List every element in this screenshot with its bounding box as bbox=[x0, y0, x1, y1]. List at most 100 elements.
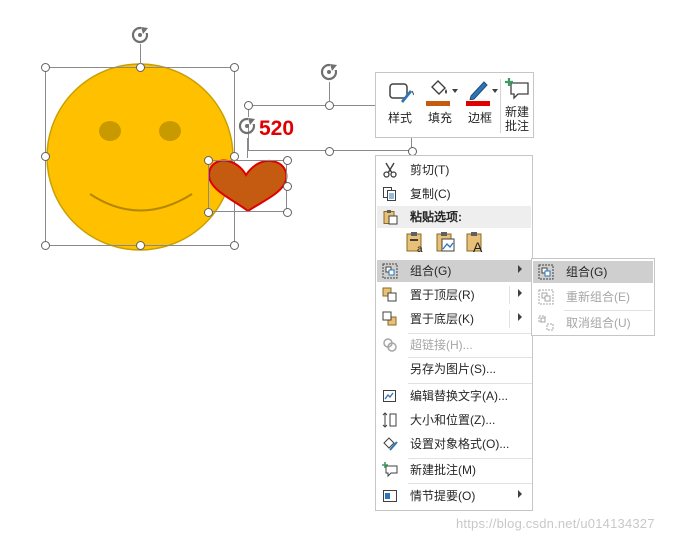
menu-item-label: 设置对象格式(O)... bbox=[410, 437, 510, 451]
svg-text:A: A bbox=[473, 239, 483, 254]
menu-item-format-object[interactable]: 设置对象格式(O)... bbox=[377, 433, 531, 455]
split-divider bbox=[509, 310, 510, 328]
scissors-icon bbox=[383, 162, 397, 178]
textbox-520[interactable]: 520 bbox=[259, 116, 294, 142]
fill-button[interactable]: 填充 bbox=[420, 73, 460, 137]
group-objects-icon bbox=[382, 263, 398, 279]
menu-item-label: 置于底层(K) bbox=[410, 312, 474, 326]
menu-item-cut[interactable]: 剪切(T) bbox=[377, 159, 531, 181]
resize-handle[interactable] bbox=[230, 241, 239, 250]
menu-item-label: 复制(C) bbox=[410, 187, 451, 201]
menu-item-label: 组合(G) bbox=[410, 264, 452, 278]
resize-handle[interactable] bbox=[41, 63, 50, 72]
copy-icon bbox=[383, 187, 396, 201]
regroup-icon bbox=[538, 289, 554, 305]
style-label: 样式 bbox=[387, 111, 412, 125]
rotation-connector bbox=[140, 44, 141, 64]
resize-handle[interactable] bbox=[136, 241, 145, 250]
menu-item-edit-alt-text[interactable]: 编辑替换文字(A)... bbox=[377, 385, 531, 407]
submenu-item-label: 取消组合(U) bbox=[566, 316, 631, 330]
context-menu: 剪切(T) 复制(C) 粘贴选项: a A 组合(G) 置于顶层(R) 置于底层… bbox=[375, 155, 533, 511]
submenu-arrow-icon bbox=[518, 490, 522, 498]
paste-option-keep-text-only[interactable]: A bbox=[464, 230, 488, 255]
fill-label: 填充 bbox=[427, 111, 452, 125]
menu-item-copy[interactable]: 复制(C) bbox=[377, 183, 531, 205]
submenu-arrow-icon[interactable] bbox=[518, 313, 522, 321]
outline-pen-icon bbox=[469, 81, 488, 100]
resize-handle[interactable] bbox=[325, 101, 334, 110]
menu-item-send-to-back[interactable]: 置于底层(K) bbox=[377, 308, 531, 330]
svg-text:a: a bbox=[417, 244, 423, 254]
menu-separator bbox=[408, 383, 532, 384]
shape-style-icon bbox=[389, 83, 414, 103]
menu-item-label: 大小和位置(Z)... bbox=[410, 413, 496, 427]
submenu-arrow-icon[interactable] bbox=[518, 289, 522, 297]
resize-handle[interactable] bbox=[283, 156, 292, 165]
rotate-handle-icon[interactable] bbox=[129, 24, 151, 46]
submenu-item-group[interactable]: 组合(G) bbox=[533, 261, 653, 283]
size-position-icon bbox=[382, 412, 397, 428]
heart-selection-frame bbox=[208, 160, 287, 212]
split-divider bbox=[509, 286, 510, 304]
border-label: 边框 bbox=[467, 111, 492, 125]
storyline-icon bbox=[383, 490, 397, 502]
menu-item-save-as-picture[interactable]: 另存为图片(S)... bbox=[377, 358, 531, 380]
rotation-connector bbox=[247, 138, 248, 158]
resize-handle[interactable] bbox=[230, 63, 239, 72]
link-icon bbox=[383, 338, 397, 352]
mini-toolbar: 样式 填充 边框 新建 批注 bbox=[375, 72, 534, 138]
rotate-handle-icon[interactable] bbox=[318, 61, 340, 83]
resize-handle[interactable] bbox=[136, 63, 145, 72]
menu-separator bbox=[408, 483, 532, 484]
resize-handle[interactable] bbox=[283, 182, 292, 191]
menu-item-label: 编辑替换文字(A)... bbox=[410, 389, 508, 403]
chevron-down-icon[interactable] bbox=[492, 89, 498, 93]
menu-item-new-comment[interactable]: 新建批注(M) bbox=[377, 459, 531, 481]
menu-item-label: 情节提要(O) bbox=[410, 489, 476, 503]
ungroup-icon bbox=[538, 315, 554, 331]
send-to-back-icon bbox=[382, 311, 397, 326]
fill-color-swatch bbox=[426, 101, 450, 106]
resize-handle[interactable] bbox=[283, 208, 292, 217]
paste-option-picture[interactable] bbox=[434, 230, 458, 254]
resize-handle[interactable] bbox=[41, 241, 50, 250]
alt-text-icon bbox=[383, 390, 396, 402]
submenu-item-label: 重新组合(E) bbox=[566, 290, 630, 304]
group-objects-icon bbox=[538, 264, 554, 280]
submenu-arrow-icon bbox=[518, 265, 522, 273]
menu-item-size-and-position[interactable]: 大小和位置(Z)... bbox=[377, 409, 531, 431]
menu-item-label: 另存为图片(S)... bbox=[410, 362, 496, 376]
watermark-text: https://blog.csdn.net/u014134327 bbox=[456, 516, 655, 531]
paste-option-use-destination-theme[interactable]: a bbox=[404, 230, 428, 255]
resize-handle[interactable] bbox=[204, 156, 213, 165]
new-comment-button[interactable]: 新建 批注 bbox=[501, 73, 533, 137]
format-shape-icon bbox=[383, 437, 398, 451]
paste-destination-theme-icon: a bbox=[406, 232, 423, 255]
menu-item-hyperlink[interactable]: 超链接(H)... bbox=[377, 334, 531, 356]
paste-options-label: 粘贴选项: bbox=[410, 210, 462, 224]
rotate-handle-icon[interactable] bbox=[236, 115, 258, 137]
rotation-connector bbox=[329, 82, 330, 102]
menu-separator bbox=[564, 310, 652, 311]
menu-item-storyline[interactable]: 情节提要(O) bbox=[377, 485, 531, 507]
menu-item-group[interactable]: 组合(G) bbox=[377, 260, 531, 282]
resize-handle[interactable] bbox=[204, 208, 213, 217]
submenu-item-label: 组合(G) bbox=[566, 265, 608, 279]
chevron-down-icon[interactable] bbox=[452, 89, 458, 93]
fill-bucket-icon bbox=[431, 80, 447, 95]
bring-to-front-icon bbox=[382, 287, 397, 302]
submenu-item-regroup[interactable]: 重新组合(E) bbox=[533, 286, 653, 308]
resize-handle[interactable] bbox=[244, 101, 253, 110]
menu-item-bring-to-front[interactable]: 置于顶层(R) bbox=[377, 284, 531, 306]
border-color-swatch bbox=[466, 101, 490, 106]
new-comment-icon bbox=[382, 462, 398, 478]
new-comment-label: 新建 批注 bbox=[504, 105, 529, 133]
paste-picture-icon bbox=[436, 232, 455, 252]
border-button[interactable]: 边框 bbox=[460, 73, 500, 137]
resize-handle[interactable] bbox=[325, 147, 334, 156]
submenu-item-ungroup[interactable]: 取消组合(U) bbox=[533, 312, 653, 334]
menu-item-label: 新建批注(M) bbox=[410, 463, 476, 477]
resize-handle[interactable] bbox=[41, 152, 50, 161]
style-button[interactable]: 样式 bbox=[380, 73, 420, 137]
menu-item-label: 超链接(H)... bbox=[410, 338, 473, 352]
